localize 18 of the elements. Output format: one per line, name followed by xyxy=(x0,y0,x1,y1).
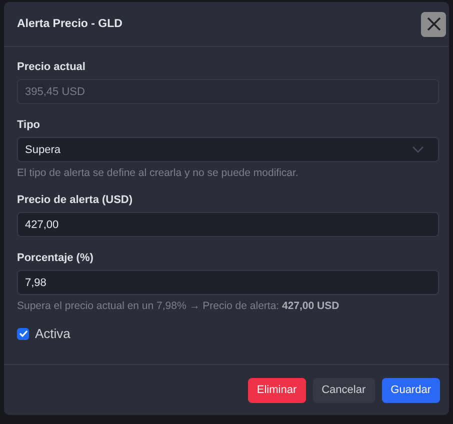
help-text: El tipo de alerta se define al crearla y no se puede modificar. xyxy=(17,167,300,179)
checkbox-label: Activa xyxy=(35,326,70,341)
select-field[interactable]: Supera xyxy=(17,137,439,162)
chevron-down-icon xyxy=(412,146,424,153)
field-label: Porcentaje (%) xyxy=(17,252,94,264)
checkbox[interactable] xyxy=(17,328,29,340)
input-field[interactable]: 427,00 xyxy=(17,212,439,237)
close-button[interactable] xyxy=(421,12,446,36)
action-button[interactable]: Cancelar xyxy=(312,378,375,402)
dialog-title: Alerta Precio - GLD xyxy=(17,18,122,30)
input-field[interactable]: 7,98 xyxy=(17,270,439,295)
field-label: Precio actual xyxy=(17,61,86,73)
close-icon xyxy=(426,16,442,32)
action-button[interactable]: Guardar xyxy=(382,378,440,402)
action-button[interactable]: Eliminar xyxy=(248,378,306,402)
field-label: Precio de alerta (USD) xyxy=(17,194,134,206)
field-label: Tipo xyxy=(17,119,42,131)
help-text: Supera el precio actual en un 7,98% → Precio de alerta: 427,00 USD xyxy=(17,300,340,312)
